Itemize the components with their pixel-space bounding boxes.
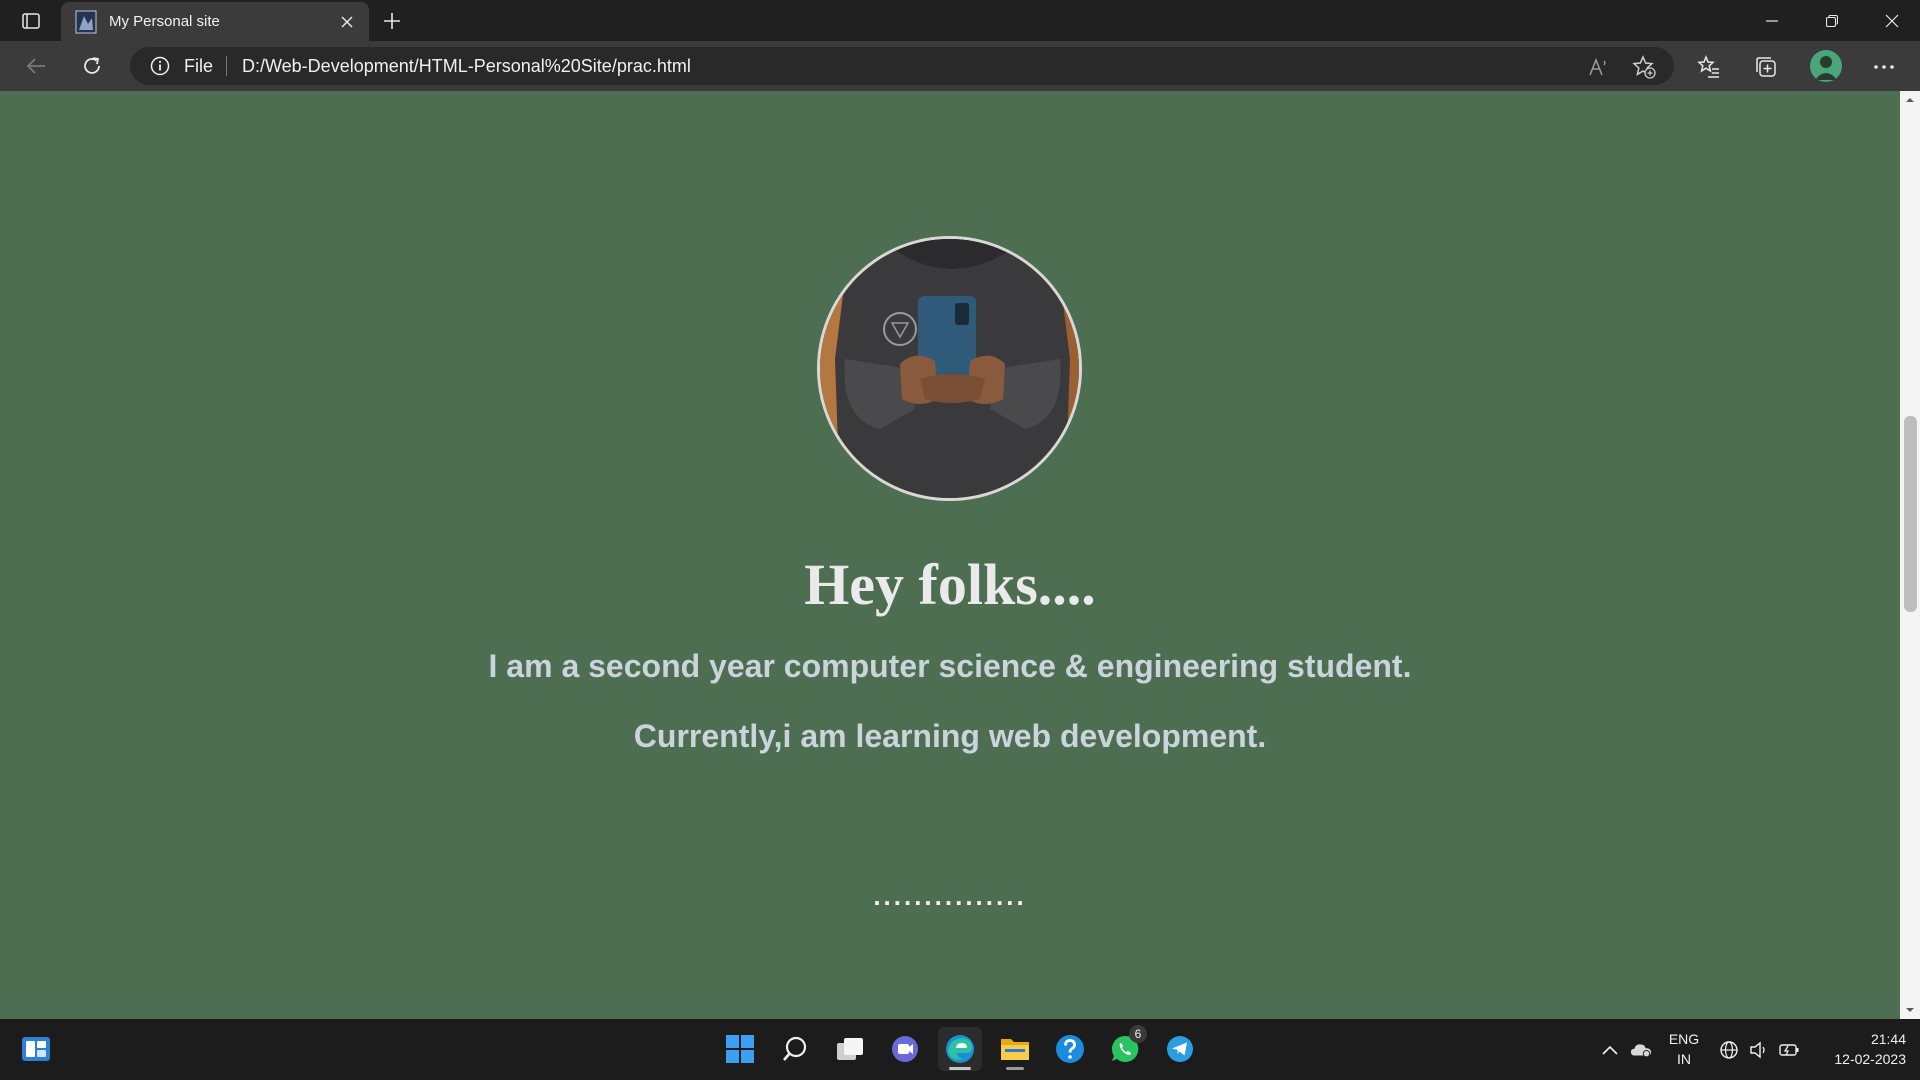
page-content: Hey folks.... I am a second year compute…	[0, 91, 1900, 1019]
active-app-indicator	[949, 1067, 971, 1070]
add-favorite-icon[interactable]	[1632, 55, 1656, 79]
profile-avatar[interactable]	[1810, 50, 1842, 82]
input-language-line-2[interactable]: IN	[1664, 1051, 1704, 1067]
collections-icon[interactable]	[1751, 52, 1781, 82]
network-globe-icon[interactable]	[1718, 1039, 1740, 1061]
start-icon[interactable]	[718, 1027, 762, 1071]
tab-actions-icon	[22, 13, 40, 29]
onedrive-icon[interactable]	[1630, 1039, 1652, 1061]
page-favicon-icon	[75, 10, 97, 33]
clock-time[interactable]: 21:44	[1810, 1031, 1906, 1047]
address-bar[interactable]: File D:/Web-Development/HTML-Personal%20…	[130, 47, 1674, 85]
read-aloud-icon[interactable]	[1586, 55, 1610, 79]
scroll-down-icon[interactable]	[1905, 1005, 1915, 1015]
favorites-icon[interactable]	[1694, 52, 1724, 82]
minimize-icon[interactable]	[1742, 0, 1802, 41]
dotted-divider: ...............	[873, 881, 1027, 911]
search-icon[interactable]	[773, 1027, 817, 1071]
input-language-line-1[interactable]: ENG	[1664, 1031, 1704, 1047]
url-text[interactable]: D:/Web-Development/HTML-Personal%20Site/…	[242, 56, 691, 77]
tab-title: My Personal site	[109, 13, 220, 30]
teams-chat-icon[interactable]	[883, 1027, 927, 1071]
scroll-up-icon[interactable]	[1905, 95, 1915, 105]
notification-badge: 6	[1129, 1025, 1147, 1043]
address-scheme-label: File	[184, 56, 214, 76]
refresh-icon[interactable]	[75, 49, 109, 83]
intro-line-2: Currently,i am learning web development.	[633, 718, 1267, 754]
show-hidden-icons-chevron-icon[interactable]	[1599, 1039, 1621, 1061]
new-tab-icon[interactable]	[378, 8, 406, 34]
scrollbar-thumb[interactable]	[1904, 416, 1917, 612]
telegram-icon[interactable]	[1158, 1027, 1202, 1071]
widgets-icon[interactable]	[14, 1027, 58, 1071]
clock-date[interactable]: 12-02-2023	[1810, 1051, 1906, 1067]
restore-icon[interactable]	[1802, 0, 1862, 41]
edge-icon[interactable]	[938, 1027, 982, 1071]
back-arrow-icon[interactable]	[19, 49, 53, 83]
vertical-scrollbar[interactable]	[1900, 91, 1920, 1019]
more-options-icon[interactable]	[1869, 52, 1899, 82]
open-app-indicator	[1006, 1067, 1024, 1070]
browser-toolbar: File D:/Web-Development/HTML-Personal%20…	[0, 41, 1920, 91]
windows-taskbar: 6 ENG IN 21:44 12-02-2023	[0, 1019, 1920, 1080]
page-heading: Hey folks....	[804, 552, 1096, 617]
browser-tab-active[interactable]: My Personal site	[61, 2, 369, 41]
help-icon[interactable]	[1048, 1027, 1092, 1071]
file-explorer-icon[interactable]	[993, 1027, 1037, 1071]
close-window-icon[interactable]	[1862, 0, 1920, 41]
intro-line-1: I am a second year computer science & en…	[488, 648, 1412, 684]
site-info-icon[interactable]	[150, 56, 170, 76]
task-view-icon[interactable]	[828, 1027, 872, 1071]
profile-photo	[817, 236, 1082, 501]
whatsapp-icon[interactable]: 6	[1103, 1025, 1147, 1071]
address-divider	[226, 56, 227, 76]
battery-charging-icon[interactable]	[1778, 1039, 1800, 1061]
browser-title-bar: My Personal site	[0, 0, 1920, 41]
tab-actions-button[interactable]	[12, 8, 50, 34]
close-tab-icon[interactable]	[335, 10, 359, 34]
volume-icon[interactable]	[1748, 1039, 1770, 1061]
